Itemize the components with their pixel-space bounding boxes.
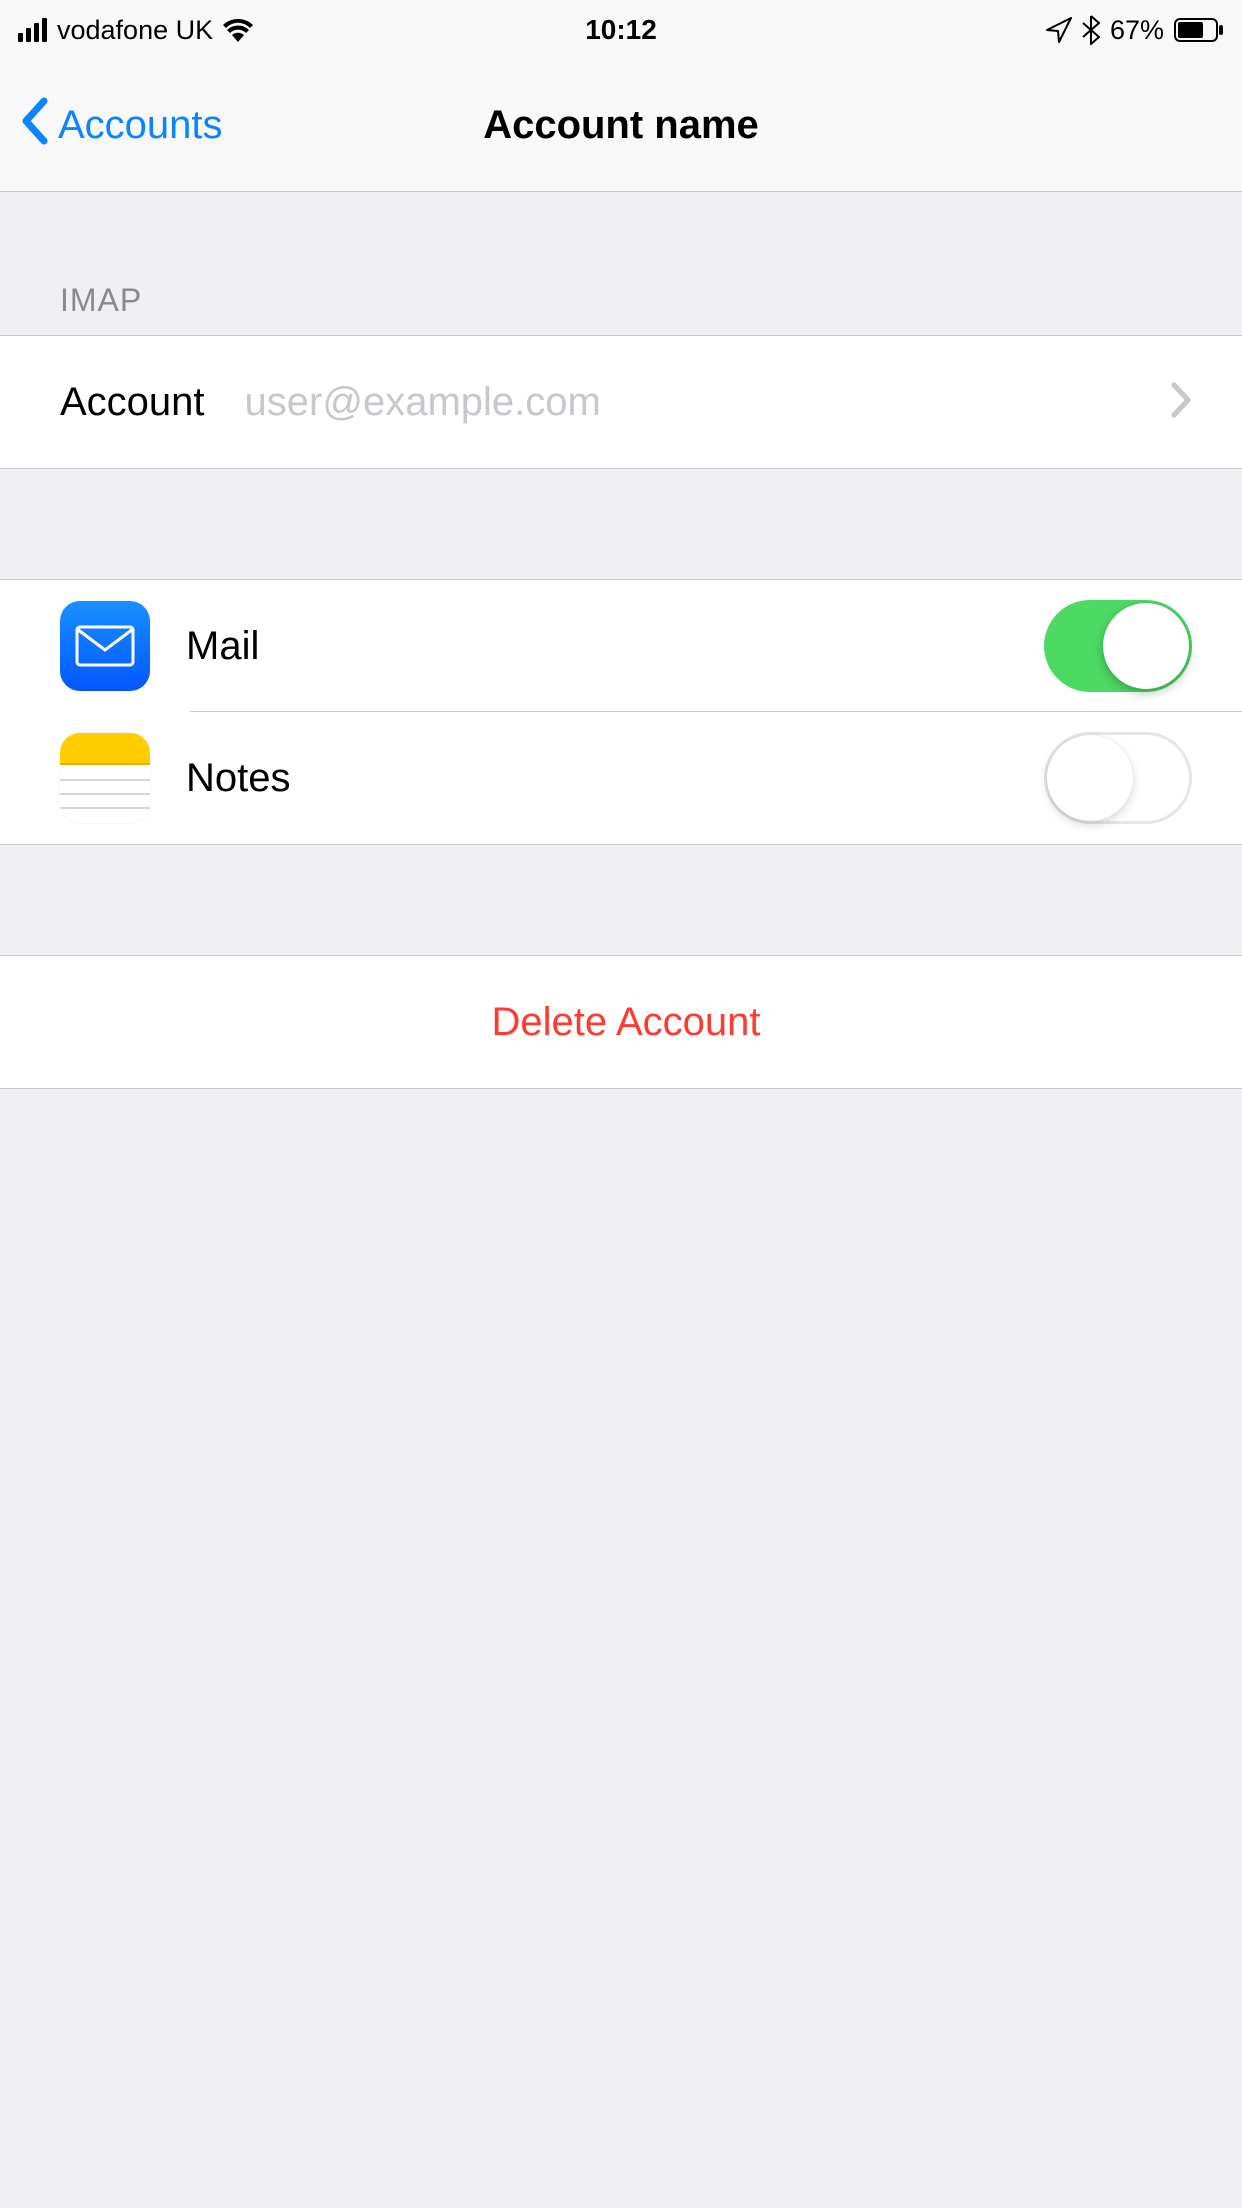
group-account: Account user@example.com: [0, 335, 1242, 469]
location-icon: [1046, 17, 1072, 43]
notes-icon: [60, 733, 150, 823]
group-delete: Delete Account: [0, 955, 1242, 1089]
status-right: 67%: [804, 15, 1224, 46]
account-value: user@example.com: [245, 380, 601, 425]
cellular-signal-icon: [18, 18, 47, 42]
account-row[interactable]: Account user@example.com: [0, 336, 1242, 468]
bluetooth-icon: [1082, 15, 1100, 45]
nav-bar: Accounts Account name: [0, 60, 1242, 192]
notes-row: Notes: [0, 712, 1242, 844]
status-time: 10:12: [585, 14, 657, 46]
group-services: Mail Notes: [0, 579, 1242, 845]
account-label: Account: [60, 380, 205, 425]
back-label: Accounts: [58, 103, 223, 148]
chevron-right-icon: [1170, 381, 1192, 424]
mail-icon: [60, 601, 150, 691]
mail-row: Mail: [0, 580, 1242, 712]
section-header-imap: IMAP: [0, 192, 1242, 335]
mail-toggle[interactable]: [1044, 600, 1192, 692]
notes-toggle[interactable]: [1044, 732, 1192, 824]
chevron-left-icon: [20, 97, 48, 155]
mail-label: Mail: [186, 624, 259, 669]
status-bar: vodafone UK 10:12 67%: [0, 0, 1242, 60]
carrier-label: vodafone UK: [57, 15, 213, 46]
battery-percentage: 67%: [1110, 15, 1164, 46]
delete-account-label: Delete Account: [491, 1000, 760, 1045]
back-button[interactable]: Accounts: [20, 97, 223, 155]
delete-account-button[interactable]: Delete Account: [0, 956, 1242, 1088]
wifi-icon: [223, 18, 253, 42]
status-left: vodafone UK: [18, 15, 438, 46]
notes-label: Notes: [186, 756, 291, 801]
battery-icon: [1174, 18, 1224, 42]
